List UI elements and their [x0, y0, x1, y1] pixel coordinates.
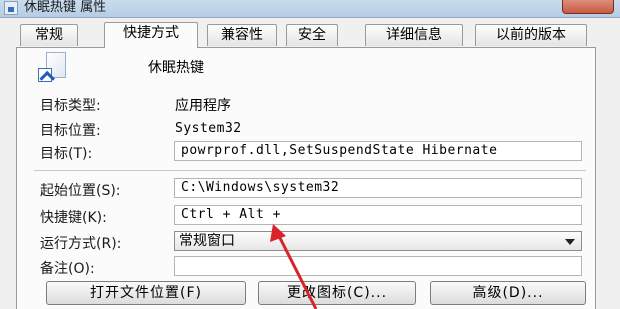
comment-label: 备注(O):	[40, 261, 95, 277]
hotkey-label: 快捷键(K):	[40, 210, 107, 226]
shortcut-name: 休眠热键	[148, 60, 204, 76]
close-button[interactable]	[562, 0, 614, 14]
shortcut-file-icon	[4, 1, 18, 15]
tab-shortcut[interactable]: 快捷方式	[104, 22, 198, 48]
target-field[interactable]: powrprof.dll,SetSuspendState Hibernate	[174, 141, 582, 161]
start-in-label: 起始位置(S):	[40, 183, 121, 199]
tab-details[interactable]: 详细信息	[365, 24, 463, 46]
shortcut-file-icon	[38, 52, 68, 84]
target-location-label: 目标位置:	[40, 123, 101, 139]
advanced-button[interactable]: 高级(D)...	[430, 281, 586, 305]
hotkey-field[interactable]: Ctrl + Alt +	[174, 205, 582, 225]
tab-previous-versions[interactable]: 以前的版本	[475, 24, 587, 46]
tab-compatibility[interactable]: 兼容性	[207, 24, 277, 46]
target-type-label: 目标类型:	[40, 98, 101, 114]
tab-security[interactable]: 安全	[286, 24, 338, 46]
tab-general[interactable]: 常规	[20, 24, 78, 46]
shortcut-arrow-icon	[38, 68, 52, 82]
separator	[34, 170, 586, 171]
target-location-value: System32	[175, 121, 242, 136]
title-bar: 休眠热键 属性	[0, 0, 620, 18]
change-icon-button[interactable]: 更改图标(C)...	[258, 281, 416, 305]
open-file-location-button[interactable]: 打开文件位置(F)	[46, 281, 246, 305]
run-select[interactable]: 常规窗口	[174, 231, 582, 251]
run-select-value: 常规窗口	[179, 233, 235, 249]
chevron-down-icon	[565, 239, 575, 245]
tab-strip: 常规 快捷方式 兼容性 安全 详细信息 以前的版本	[0, 22, 620, 48]
target-label: 目标(T):	[40, 146, 93, 162]
start-in-field[interactable]: C:\Windows\system32	[174, 178, 582, 198]
comment-field[interactable]	[174, 256, 582, 276]
window-title: 休眠热键 属性	[24, 0, 107, 15]
target-type-value: 应用程序	[175, 98, 231, 114]
run-label: 运行方式(R):	[40, 236, 122, 252]
